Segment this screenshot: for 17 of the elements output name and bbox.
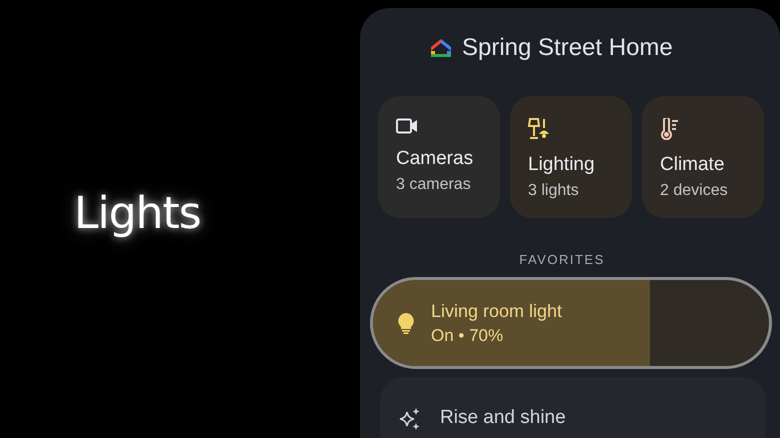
home-title: Spring Street Home [462,34,673,62]
category-card[interactable]: Climate 2 devices [642,96,764,218]
house-icon [430,38,452,58]
lamp-icon [528,118,552,140]
thermometer-icon [660,118,680,140]
promo-heading: Lights [74,188,201,238]
sparkle-icon [398,407,422,431]
light-bulb-icon [397,312,415,334]
light-tile[interactable]: Living room light On • 70% [370,277,772,369]
category-card[interactable]: Cameras 3 cameras [378,96,500,218]
device-name: Living room light [431,300,562,322]
device-status: On • 70% [431,326,504,346]
favorites-heading: FAVORITES [518,252,606,267]
routine-tile[interactable]: Rise and shine [380,377,766,438]
category-card[interactable]: Lighting 3 lights [510,96,632,218]
routine-name: Rise and shine [440,407,566,429]
video-camera-icon [396,118,418,134]
